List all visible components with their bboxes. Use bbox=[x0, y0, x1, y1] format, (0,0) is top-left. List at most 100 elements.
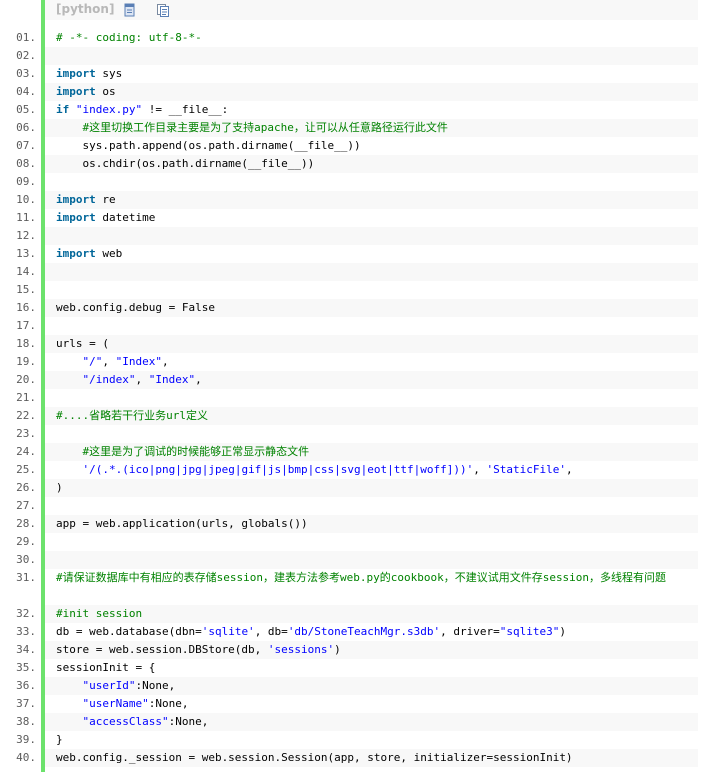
line-number: 23. bbox=[16, 427, 36, 440]
line-number: 12. bbox=[16, 229, 36, 242]
line-number: 27. bbox=[16, 499, 36, 512]
code-line: 15. bbox=[0, 281, 721, 299]
line-number: 30. bbox=[16, 553, 36, 566]
line-code: '/(.*.(ico|png|jpg|jpeg|gif|js|bmp|css|s… bbox=[45, 461, 698, 479]
code-token: "index.py" bbox=[75, 103, 143, 116]
line-code: import os bbox=[45, 83, 698, 101]
line-code: #这里切换工作目录主要是为了支持apache，让可以从任意路径运行此文件 bbox=[45, 119, 698, 137]
line-number: 22. bbox=[16, 409, 36, 422]
code-token: , db= bbox=[254, 625, 288, 638]
code-token: 'sqlite' bbox=[201, 625, 255, 638]
code-token: "accessClass" bbox=[82, 715, 169, 728]
line-code bbox=[45, 47, 698, 65]
code-line: 39.} bbox=[0, 731, 721, 749]
view-source-icon[interactable] bbox=[123, 3, 137, 17]
code-token: != __file__: bbox=[142, 103, 229, 116]
code-token: } bbox=[56, 733, 63, 746]
code-toolbar: [python] bbox=[45, 0, 698, 20]
line-code: # -*- coding: utf-8-*- bbox=[45, 29, 698, 47]
code-line: 16. web.config.debug = False bbox=[0, 299, 721, 317]
code-token: sessionInit = { bbox=[56, 661, 156, 674]
line-code: ) bbox=[45, 479, 698, 497]
code-line: 32. #init session bbox=[0, 605, 721, 623]
code-lines: 01. # -*- coding: utf-8-*- 02. 03. import sy… bbox=[0, 29, 721, 767]
line-code: sys.path.append(os.path.dirname(__file__… bbox=[45, 137, 698, 155]
code-token: # -*- coding: utf-8-*- bbox=[56, 31, 202, 44]
code-line: 12. bbox=[0, 227, 721, 245]
code-line: 26.) bbox=[0, 479, 721, 497]
code-token: web.config._session = web.session.Sessio… bbox=[56, 751, 573, 764]
line-code: import re bbox=[45, 191, 698, 209]
code-viewer: [python] 01. # -*- coding: utf-8-*- 02. 03.… bbox=[0, 0, 721, 772]
code-token: , bbox=[195, 373, 202, 386]
line-code: app = web.application(urls, globals()) bbox=[45, 515, 698, 533]
code-line: 07. sys.path.append(os.path.dirname(__fi… bbox=[0, 137, 721, 155]
line-number: 03. bbox=[16, 67, 36, 80]
code-line: 02. bbox=[0, 47, 721, 65]
line-number: 06. bbox=[16, 121, 36, 134]
code-token: "Index" bbox=[148, 373, 196, 386]
code-line: 35. sessionInit = { bbox=[0, 659, 721, 677]
code-line: 13. import web bbox=[0, 245, 721, 263]
code-token: "userId" bbox=[82, 679, 136, 692]
code-line: 21. bbox=[0, 389, 721, 407]
code-token: datetime bbox=[95, 211, 156, 224]
code-token: :None, bbox=[168, 715, 209, 728]
line-number: 39. bbox=[16, 733, 36, 746]
line-code: import datetime bbox=[45, 209, 698, 227]
code-line: 20. "/index", "Index", bbox=[0, 371, 721, 389]
line-code bbox=[45, 551, 698, 569]
line-number: 28. bbox=[16, 517, 36, 530]
line-number: 10. bbox=[16, 193, 36, 206]
code-token: os bbox=[95, 85, 116, 98]
code-token: sys bbox=[95, 67, 123, 80]
code-line: 06. #这里切换工作目录主要是为了支持apache，让可以从任意路径运行此文件 bbox=[0, 119, 721, 137]
code-token: :None, bbox=[135, 679, 176, 692]
line-code: import web bbox=[45, 245, 698, 263]
code-token: , bbox=[135, 373, 149, 386]
code-line: 27. bbox=[0, 497, 721, 515]
code-line: 25. '/(.*.(ico|png|jpg|jpeg|gif|js|bmp|c… bbox=[0, 461, 721, 479]
line-number: 24. bbox=[16, 445, 36, 458]
code-token: , bbox=[473, 463, 487, 476]
line-number: 14. bbox=[16, 265, 36, 278]
code-line: 28. app = web.application(urls, globals()… bbox=[0, 515, 721, 533]
code-token: "/index" bbox=[82, 373, 136, 386]
code-line: 04. import os bbox=[0, 83, 721, 101]
line-number: 08. bbox=[16, 157, 36, 170]
code-token: import bbox=[56, 85, 96, 98]
code-line: 03. import sys bbox=[0, 65, 721, 83]
code-token: import bbox=[56, 211, 96, 224]
code-token: , driver= bbox=[440, 625, 500, 638]
line-number: 33. bbox=[16, 625, 36, 638]
code-line: 36. "userId":None, bbox=[0, 677, 721, 695]
code-token: re bbox=[95, 193, 116, 206]
code-line: 17. bbox=[0, 317, 721, 335]
code-token: os.chdir(os.path.dirname(__file__)) bbox=[56, 157, 315, 170]
code-line: 14. bbox=[0, 263, 721, 281]
copy-icon[interactable] bbox=[156, 3, 170, 17]
line-code: os.chdir(os.path.dirname(__file__)) bbox=[45, 155, 698, 173]
code-token: store = web.session.DBStore(db, bbox=[56, 643, 268, 656]
line-code: "/", "Index", bbox=[45, 353, 698, 371]
line-code: "accessClass":None, bbox=[45, 713, 698, 731]
line-number: 07. bbox=[16, 139, 36, 152]
code-line: 24. #这里是为了调试的时候能够正常显示静态文件 bbox=[0, 443, 721, 461]
code-token: "sqlite3" bbox=[499, 625, 560, 638]
line-code: import sys bbox=[45, 65, 698, 83]
line-code: db = web.database(dbn='sqlite', db='db/S… bbox=[45, 623, 698, 641]
line-code bbox=[45, 227, 698, 245]
code-token: #这里是为了调试的时候能够正常显示静态文件 bbox=[82, 445, 310, 458]
code-token: ) bbox=[334, 643, 341, 656]
code-line: 22. #....省略若干行业务url定义 bbox=[0, 407, 721, 425]
code-line: 11. import datetime bbox=[0, 209, 721, 227]
